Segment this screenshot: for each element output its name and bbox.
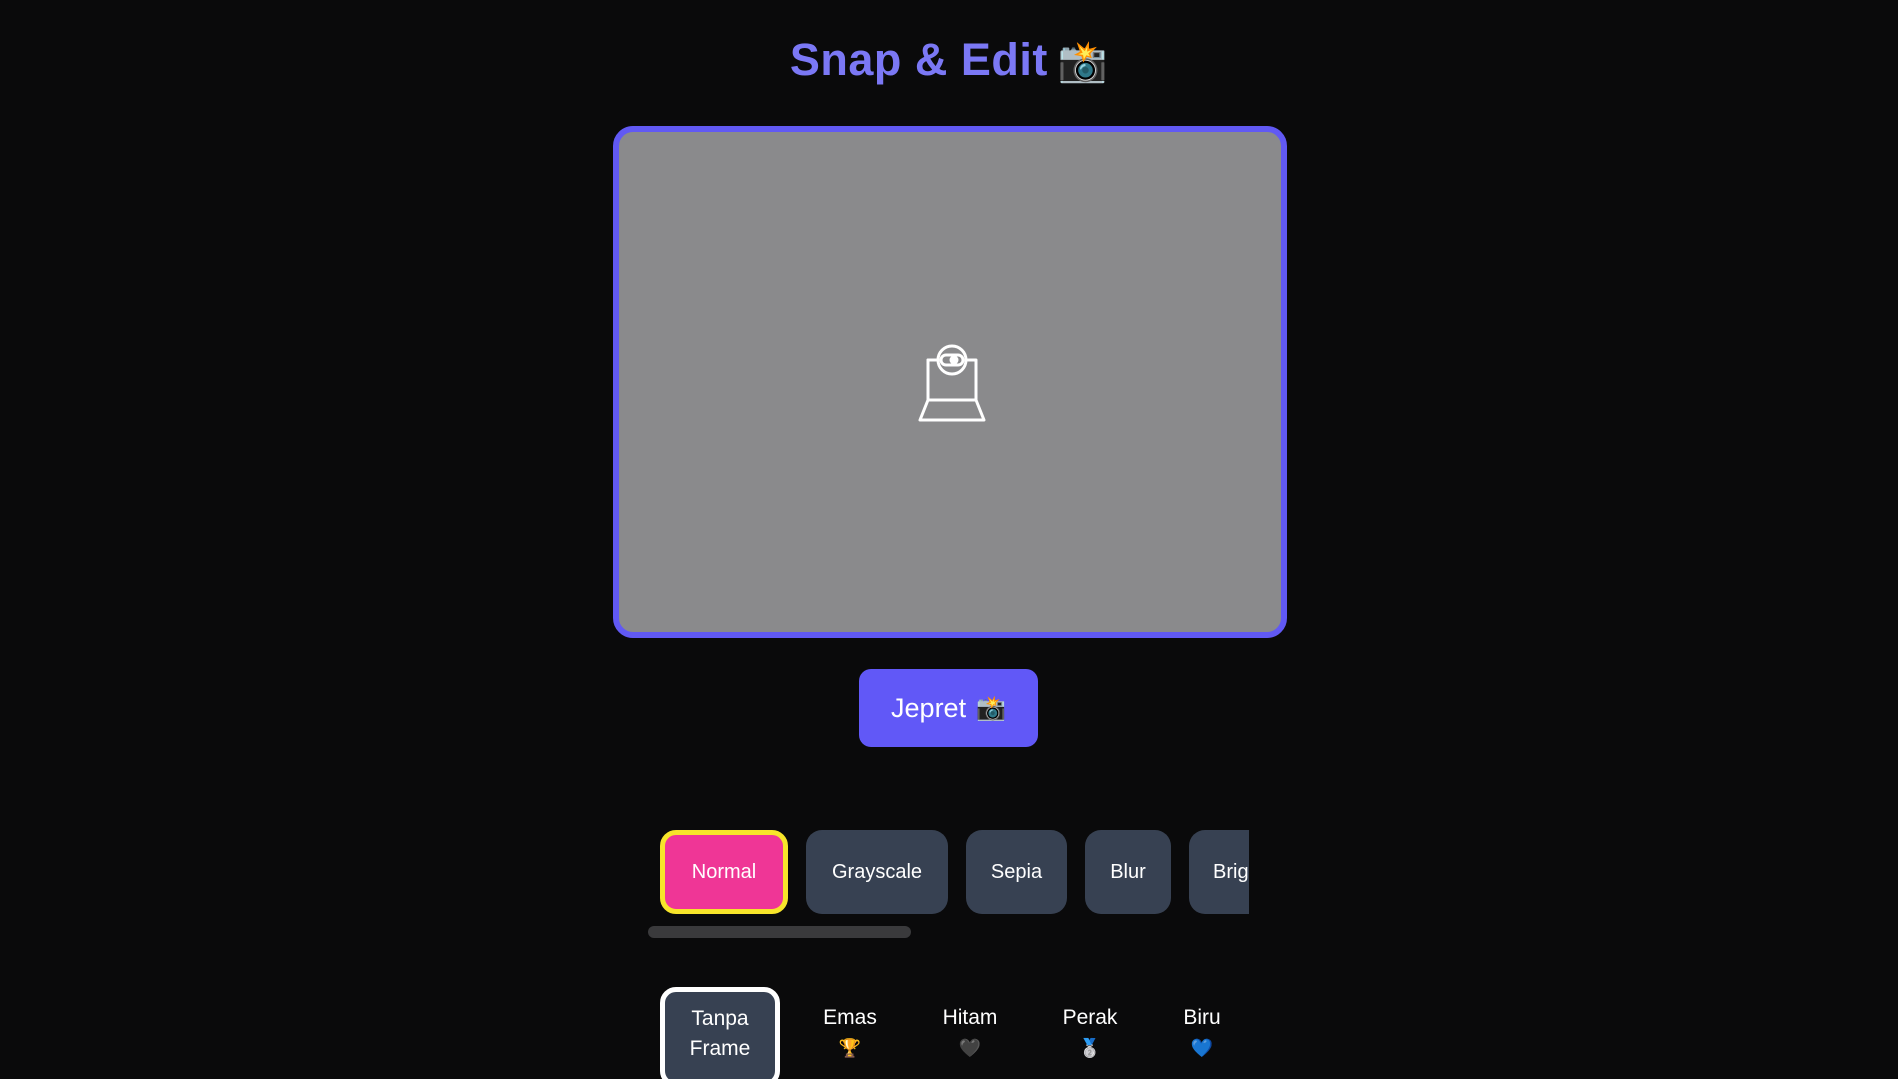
blue-heart-icon: 💙: [1190, 1038, 1214, 1058]
camera-flash-emoji-icon: 📸: [1057, 40, 1109, 84]
filter-grayscale-button[interactable]: Grayscale: [806, 830, 948, 914]
frame-list: Tanpa Frame Emas 🏆 Hitam 🖤 Perak 🥈 Biru …: [660, 987, 1244, 1079]
filter-normal-button[interactable]: Normal: [660, 830, 788, 914]
frame-label: Biru: [1183, 1006, 1221, 1029]
frame-black-button[interactable]: Hitam 🖤: [920, 987, 1020, 1079]
camera-viewfinder[interactable]: [613, 126, 1287, 638]
black-heart-icon: 🖤: [958, 1038, 982, 1058]
frame-label: Hitam: [942, 1006, 998, 1029]
filter-sepia-button[interactable]: Sepia: [966, 830, 1067, 914]
filter-brightness-button[interactable]: Brightness: [1189, 830, 1249, 914]
frame-label: Emas: [823, 1006, 877, 1029]
frame-label: Perak: [1062, 1006, 1118, 1029]
filter-scroller[interactable]: Normal Grayscale Sepia Blur Brightness: [660, 830, 1249, 916]
silver-medal-icon: 🥈: [1078, 1038, 1102, 1058]
frame-none-button[interactable]: Tanpa Frame: [660, 987, 780, 1079]
trophy-icon: 🏆: [838, 1038, 862, 1058]
frame-gold-button[interactable]: Emas 🏆: [780, 987, 920, 1079]
webcam-icon: [918, 344, 986, 422]
filter-blur-button[interactable]: Blur: [1085, 830, 1171, 914]
filter-list: Normal Grayscale Sepia Blur Brightness: [660, 830, 1249, 914]
app-page: Snap & Edit 📸 Jepret 📸 Normal Grayscale S…: [0, 0, 1898, 1079]
page-title: Snap & Edit 📸: [0, 34, 1898, 86]
camera-flash-icon: 📸: [976, 694, 1006, 722]
frame-silver-button[interactable]: Perak 🥈: [1020, 987, 1160, 1079]
snap-button[interactable]: Jepret 📸: [859, 669, 1038, 747]
frame-label-sub: Frame: [689, 1037, 751, 1060]
filter-scrollbar[interactable]: [648, 926, 911, 938]
frame-label: Tanpa: [691, 1007, 749, 1030]
title-text: Snap & Edit: [789, 34, 1048, 85]
frame-blue-button[interactable]: Biru 💙: [1160, 987, 1244, 1079]
snap-button-label: Jepret: [891, 692, 967, 723]
